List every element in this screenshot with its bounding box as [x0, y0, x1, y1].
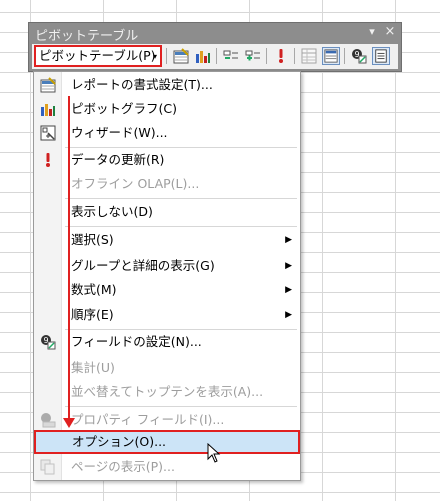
menu-item-label: フィールドの設定(N)... — [71, 334, 202, 349]
menu-item-sort-and-top10: 並べ替えてトップテンを表示(A)... — [34, 381, 300, 403]
menu-separator — [65, 198, 297, 199]
property-fields-icon — [40, 412, 56, 428]
menu-item-label: 数式(M) — [71, 282, 117, 297]
toolbar-body: ピボットテーブル(P) ▾ 9 — [32, 44, 398, 69]
toolbar-separator — [166, 48, 167, 64]
show-pages-icon — [40, 459, 56, 475]
field-settings-icon[interactable]: 9 — [350, 47, 368, 65]
field-settings-icon: 9 — [40, 334, 56, 350]
menu-separator — [65, 329, 297, 330]
toolbar-separator — [216, 48, 217, 64]
menu-item-label: 集計(U) — [71, 360, 115, 375]
menu-item-subtotals: 集計(U) — [34, 357, 300, 379]
menu-item-label: ピボットグラフ(C) — [71, 101, 177, 116]
pivottable-toolbar: ピボットテーブル ▾ × ピボットテーブル(P) ▾ 9 — [28, 22, 402, 72]
menu-item-options[interactable]: オプション(O)... — [34, 430, 300, 454]
menu-item-label: 並べ替えてトップテンを表示(A)... — [71, 384, 264, 399]
refresh-icon[interactable] — [272, 47, 290, 65]
always-display-items-icon[interactable] — [300, 47, 318, 65]
submenu-arrow-icon: ▶ — [285, 310, 292, 320]
menu-item-wizard[interactable]: ウィザード(W)... — [34, 122, 300, 144]
menu-item-label: オフライン OLAP(L)... — [71, 176, 200, 191]
menu-item-label: ウィザード(W)... — [71, 125, 168, 140]
menu-item-formulas[interactable]: 数式(M) ▶ — [34, 279, 300, 301]
menu-item-refresh-data[interactable]: データの更新(R) — [34, 149, 300, 171]
menu-item-label: 選択(S) — [71, 232, 114, 247]
annotation-arrow-head — [63, 418, 75, 428]
menu-separator — [65, 226, 297, 227]
toolbar-separator — [344, 48, 345, 64]
menu-item-label: 表示しない(D) — [71, 204, 153, 219]
format-report-icon[interactable] — [172, 47, 190, 65]
menu-item-label: データの更新(R) — [71, 152, 165, 167]
pivottable-menu-button[interactable]: ピボットテーブル(P) ▾ — [34, 45, 162, 67]
hide-detail-icon[interactable] — [222, 47, 240, 65]
menu-separator — [65, 147, 297, 148]
menu-item-label: グループと詳細の表示(G) — [71, 258, 215, 273]
show-detail-icon[interactable] — [244, 47, 262, 65]
submenu-arrow-icon: ▶ — [285, 235, 292, 245]
chart-wizard-icon — [40, 101, 56, 117]
menu-item-offline-olap: オフライン OLAP(L)... — [34, 173, 300, 195]
wizard-icon — [40, 125, 56, 141]
submenu-arrow-icon: ▶ — [285, 285, 292, 295]
menu-item-format-report[interactable]: レポートの書式設定(T)... — [34, 74, 300, 96]
chevron-down-icon: ▾ — [152, 52, 157, 61]
hide-field-list-icon[interactable] — [372, 47, 390, 65]
menu-item-label: オプション(O)... — [72, 434, 167, 449]
menu-item-pivotchart[interactable]: ピボットグラフ(C) — [34, 98, 300, 120]
menu-item-order[interactable]: 順序(E) ▶ — [34, 304, 300, 326]
toolbar-title: ピボットテーブル — [35, 29, 139, 44]
mouse-pointer-icon — [207, 442, 221, 467]
refresh-icon — [40, 152, 56, 168]
menu-item-label: プロパティ フィールド(I)... — [71, 412, 225, 427]
menu-item-field-settings[interactable]: 9 フィールドの設定(N)... — [34, 331, 300, 353]
menu-item-label: レポートの書式設定(T)... — [71, 77, 213, 92]
menu-item-show-pages: ページの表示(P)... — [34, 456, 300, 478]
toolbar-separator — [266, 48, 267, 64]
menu-item-group-and-show-detail[interactable]: グループと詳細の表示(G) ▶ — [34, 255, 300, 277]
toolbar-close-icon[interactable]: × — [383, 24, 397, 39]
chart-wizard-icon[interactable] — [194, 47, 212, 65]
menu-item-label: ページの表示(P)... — [71, 459, 175, 474]
toolbar-separator — [294, 48, 295, 64]
menu-item-hide[interactable]: 表示しない(D) — [34, 201, 300, 223]
annotation-arrow-line — [68, 96, 70, 420]
toolbar-options-icon[interactable]: ▾ — [365, 25, 379, 38]
include-hidden-items-icon[interactable] — [322, 47, 340, 65]
menu-item-select[interactable]: 選択(S) ▶ — [34, 229, 300, 251]
menu-separator — [65, 406, 297, 407]
pivottable-menu-label: ピボットテーブル(P) — [39, 48, 156, 63]
menu-item-label: 順序(E) — [71, 307, 114, 322]
submenu-arrow-icon: ▶ — [285, 261, 292, 271]
format-report-icon — [40, 77, 56, 93]
